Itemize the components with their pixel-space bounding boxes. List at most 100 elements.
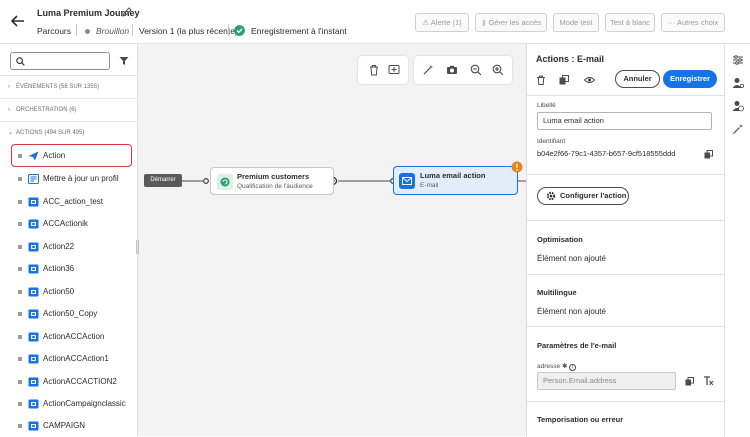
audience-qualification-node[interactable]: Premium customers Qualification de l'aud… — [210, 167, 334, 195]
cancel-button[interactable]: Annuler — [615, 70, 660, 88]
address-label: adresse ✱ i — [537, 362, 577, 371]
node1-title: Premium customers — [237, 172, 310, 181]
profile-update-icon — [28, 174, 39, 184]
drag-grip-icon[interactable] — [18, 177, 22, 181]
action-list-item-label: ActionACCACTION2 — [43, 377, 117, 386]
custom-action-icon — [28, 197, 39, 207]
action-list-item[interactable]: Action22 — [0, 236, 138, 258]
duplicate-icon[interactable] — [559, 75, 569, 85]
node2-title: Luma email action — [420, 171, 486, 180]
user-time-icon[interactable] — [732, 100, 744, 112]
manage-access-button[interactable]: ⚷ Gérer les accès — [475, 13, 547, 32]
action-list-item[interactable]: ActionACCACTION2 — [0, 371, 138, 393]
info-icon[interactable]: i — [569, 364, 577, 371]
action-list-item[interactable]: ActionACCAction1 — [0, 348, 138, 370]
key-icon: ⚷ — [480, 18, 489, 27]
drag-grip-icon[interactable] — [18, 154, 22, 158]
envelope-icon — [402, 177, 412, 185]
magic-wand-icon[interactable] — [732, 123, 744, 135]
copy-icon[interactable] — [685, 377, 694, 386]
drag-grip-icon[interactable] — [18, 245, 22, 249]
alert-button-label: Alerte (1) — [430, 18, 462, 27]
action-list-item-label: Action50 — [43, 287, 75, 296]
more-options-button[interactable]: ··· Autres choix — [661, 13, 725, 32]
identifier-label: Identifiant — [537, 138, 566, 145]
panel-resize-handle[interactable] — [136, 240, 139, 254]
test-mode-button[interactable]: Mode test — [553, 13, 599, 32]
drag-grip-icon[interactable] — [18, 222, 22, 226]
save-button[interactable]: Enregistrer — [663, 70, 717, 88]
drag-grip-icon[interactable] — [18, 380, 22, 384]
drag-grip-icon[interactable] — [18, 267, 22, 271]
configure-action-button[interactable]: Configurer l'action — [537, 187, 629, 205]
section-actions-label: ACTIONS (494 SUR 495) — [16, 130, 85, 136]
action-list-item[interactable]: CAMPAIGN — [0, 415, 138, 437]
divider — [0, 75, 138, 76]
node1-subtitle: Qualification de l'audience — [237, 183, 313, 190]
dry-run-button[interactable]: Test à blanc — [605, 13, 655, 32]
checkmark-icon — [234, 25, 245, 36]
action-list-item[interactable]: ActionCampaignclassic — [0, 393, 138, 415]
address-input[interactable]: Person.Email.address — [537, 372, 676, 390]
preview-eye-icon[interactable] — [584, 75, 595, 85]
user-settings-icon[interactable] — [732, 77, 744, 89]
action-list-item[interactable]: Action50 — [0, 281, 138, 303]
drag-grip-icon[interactable] — [18, 290, 22, 294]
action-list-item[interactable]: ActionACCAction — [0, 326, 138, 348]
search-input[interactable] — [10, 52, 110, 70]
section-orchestration[interactable]: › ORCHESTRATION (6) — [8, 107, 77, 113]
drag-grip-icon[interactable] — [18, 424, 22, 428]
action-list-item[interactable]: Action — [0, 145, 138, 167]
action-list-item-label: Action36 — [43, 264, 75, 273]
label-field-label: Libellé — [537, 102, 556, 109]
action-list-item-label: CAMPAIGN — [43, 421, 86, 430]
breadcrumb[interactable]: Parcours — [37, 26, 71, 36]
drag-grip-icon[interactable] — [18, 402, 22, 406]
action-list-item[interactable]: Mettre à jour un profil — [0, 168, 138, 190]
action-list-item[interactable]: ACCActionik — [0, 213, 138, 235]
chevron-right-icon: › — [8, 107, 10, 113]
action-list-item-label: ActionACCAction — [43, 332, 105, 341]
email-icon — [399, 173, 415, 189]
section-actions[interactable]: ⌄ ACTIONS (494 SUR 495) — [8, 129, 84, 136]
text-formula-icon[interactable] — [703, 376, 714, 386]
action-list-item-label: ActionACCAction1 — [43, 354, 109, 363]
custom-action-icon — [28, 264, 39, 274]
warning-icon[interactable] — [511, 161, 523, 173]
email-action-node[interactable]: Luma email action E-mail — [393, 166, 518, 195]
custom-action-icon — [28, 309, 39, 319]
multilingual-title: Multilingue — [537, 288, 577, 297]
drag-grip-icon[interactable] — [18, 335, 22, 339]
dry-run-label: Test à blanc — [609, 18, 651, 27]
back-arrow-icon[interactable] — [10, 14, 26, 28]
drag-grip-icon[interactable] — [18, 200, 22, 204]
custom-action-icon — [28, 421, 39, 431]
drag-grip-icon[interactable] — [18, 357, 22, 361]
search-icon — [16, 57, 25, 66]
alert-button[interactable]: ⚠ Alerte (1) — [415, 13, 469, 32]
optimisation-title: Optimisation — [537, 235, 583, 244]
gear-icon — [546, 191, 556, 201]
filter-icon[interactable] — [119, 56, 129, 66]
settings-sliders-icon[interactable] — [732, 54, 744, 66]
journey-header: Luma Premium Journey Parcours Brouillon … — [0, 0, 750, 44]
action-list-item[interactable]: ACC_action_test — [0, 191, 138, 213]
action-list-item[interactable]: Action36 — [0, 258, 138, 280]
email-params-title: Paramètres de l'e-mail — [537, 341, 617, 350]
start-node[interactable]: Démarrer — [144, 174, 182, 187]
label-input[interactable]: Luma email action — [537, 112, 712, 130]
drag-grip-icon[interactable] — [18, 312, 22, 316]
custom-action-icon — [28, 287, 39, 297]
save-state-label: Enregistrement à l'instant — [251, 26, 347, 36]
test-mode-label: Mode test — [559, 18, 593, 27]
chevron-down-icon: ⌄ — [8, 130, 14, 136]
section-events[interactable]: › ÉVÉNEMENTS (58 SUR 1355) — [8, 84, 99, 90]
edit-pencil-icon[interactable] — [122, 7, 132, 17]
divider — [527, 326, 725, 327]
copy-icon[interactable] — [704, 150, 713, 159]
action-list-item[interactable]: Action50_Copy — [0, 303, 138, 325]
action-list-item-label: Action22 — [43, 242, 75, 251]
action-properties-panel: Actions : E-mail Annuler Enregistrer Lib… — [526, 44, 725, 436]
trash-icon[interactable] — [536, 75, 546, 85]
action-list-item-label: ACC_action_test — [43, 197, 104, 206]
